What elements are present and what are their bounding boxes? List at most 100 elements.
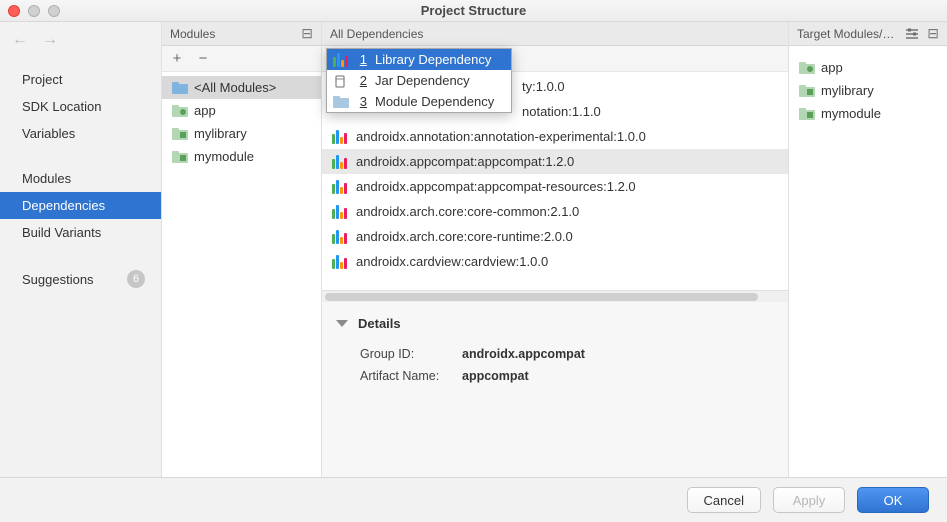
module-all[interactable]: <All Modules>: [162, 76, 321, 99]
artifact-name-value: appcompat: [462, 369, 529, 383]
menu-label: Module Dependency: [375, 94, 494, 109]
modules-toolbar: [162, 46, 321, 72]
menu-label: Library Dependency: [375, 52, 491, 67]
dep-text: androidx.appcompat:appcompat:1.2.0: [356, 154, 574, 169]
filter-icon[interactable]: [905, 27, 919, 41]
module-label: <All Modules>: [194, 80, 276, 95]
target-module-label: app: [821, 60, 843, 75]
suggestions-count-badge: 6: [127, 270, 145, 288]
module-label: mymodule: [194, 149, 254, 164]
folder-icon: [172, 127, 188, 140]
target-modules-column: Target Modules/… ⊟ app mylibrary: [789, 22, 947, 477]
dep-text: ty:1.0.0: [522, 79, 565, 94]
modules-header: Modules ⊟: [162, 22, 321, 46]
module-label: app: [194, 103, 216, 118]
folder-icon: [799, 107, 815, 120]
library-icon: [332, 180, 348, 194]
nav-modules[interactable]: Modules: [0, 165, 161, 192]
nav-suggestions-label: Suggestions: [22, 272, 94, 287]
menu-module-dependency[interactable]: 3 Module Dependency: [327, 91, 511, 112]
add-module-icon[interactable]: [170, 52, 184, 66]
library-icon: [332, 255, 348, 269]
nav-build-variants[interactable]: Build Variants: [0, 219, 161, 246]
module-mylibrary[interactable]: mylibrary: [162, 122, 321, 145]
window-titlebar: Project Structure: [0, 0, 947, 22]
target-modules-header: Target Modules/… ⊟: [789, 22, 947, 46]
menu-jar-dependency[interactable]: 2 Jar Dependency: [327, 70, 511, 91]
nav-variables[interactable]: Variables: [0, 120, 161, 147]
menu-index: 1: [357, 52, 367, 67]
nav-project[interactable]: Project: [0, 66, 161, 93]
menu-index: 2: [357, 73, 367, 88]
details-panel: Details Group ID: androidx.appcompat Art…: [322, 302, 788, 477]
library-icon: [332, 230, 348, 244]
deps-header-label: All Dependencies: [330, 27, 423, 41]
target-modules-header-label: Target Modules/…: [797, 27, 894, 41]
module-app[interactable]: app: [162, 99, 321, 122]
nav-section-1: Project SDK Location Variables: [0, 56, 161, 147]
details-title: Details: [358, 316, 401, 331]
nav-section-3: Suggestions 6: [0, 264, 161, 294]
library-icon: [332, 205, 348, 219]
nav-history: ← →: [0, 22, 161, 56]
target-module-mymodule[interactable]: mymodule: [789, 102, 947, 125]
target-modules-list: app mylibrary mymodule: [789, 46, 947, 477]
window-title: Project Structure: [0, 3, 947, 18]
dep-text: androidx.appcompat:appcompat-resources:1…: [356, 179, 636, 194]
collapse-target-icon[interactable]: ⊟: [927, 25, 939, 42]
folder-icon: [333, 95, 349, 108]
module-mymodule[interactable]: mymodule: [162, 145, 321, 168]
deps-header: All Dependencies: [322, 22, 788, 46]
dependencies-column: All Dependencies 1 Library Dependency: [322, 22, 789, 477]
target-module-label: mymodule: [821, 106, 881, 121]
cancel-button[interactable]: Cancel: [687, 487, 761, 513]
nav-dependencies[interactable]: Dependencies: [0, 192, 161, 219]
dep-text: androidx.cardview:cardview:1.0.0: [356, 254, 548, 269]
folder-icon: [799, 61, 815, 74]
folder-icon: [172, 150, 188, 163]
apply-button[interactable]: Apply: [773, 487, 845, 513]
remove-module-icon[interactable]: [196, 52, 210, 66]
dep-text: notation:1.1.0: [522, 104, 601, 119]
scrollbar-thumb[interactable]: [325, 293, 758, 301]
menu-library-dependency[interactable]: 1 Library Dependency: [327, 49, 511, 70]
deps-scrollbar[interactable]: [322, 290, 788, 302]
target-module-label: mylibrary: [821, 83, 874, 98]
dialog-footer: Cancel Apply OK: [0, 477, 947, 522]
library-icon: [332, 130, 348, 144]
ok-button[interactable]: OK: [857, 487, 929, 513]
forward-arrow-icon[interactable]: →: [42, 32, 58, 48]
jar-icon: [333, 74, 349, 88]
add-dependency-menu: 1 Library Dependency 2 Jar Dependency 3 …: [326, 48, 512, 113]
left-nav: ← → Project SDK Location Variables Modul…: [0, 22, 162, 477]
dep-text: androidx.arch.core:core-runtime:2.0.0: [356, 229, 573, 244]
dep-text: androidx.arch.core:core-common:2.1.0: [356, 204, 579, 219]
modules-header-label: Modules: [170, 27, 215, 41]
collapse-triangle-icon[interactable]: [336, 320, 348, 327]
dep-row[interactable]: androidx.cardview:cardview:1.0.0: [322, 249, 788, 274]
target-module-mylibrary[interactable]: mylibrary: [789, 79, 947, 102]
artifact-name-label: Artifact Name:: [360, 369, 450, 383]
nav-suggestions[interactable]: Suggestions 6: [0, 264, 161, 294]
dep-row[interactable]: androidx.arch.core:core-runtime:2.0.0: [322, 224, 788, 249]
folder-icon: [799, 84, 815, 97]
library-icon: [332, 155, 348, 169]
module-label: mylibrary: [194, 126, 247, 141]
dep-row[interactable]: androidx.appcompat:appcompat:1.2.0: [322, 149, 788, 174]
modules-list: <All Modules> app mylibrary mymodule: [162, 72, 321, 477]
group-id-value: androidx.appcompat: [462, 347, 585, 361]
dep-row[interactable]: androidx.annotation:annotation-experimen…: [322, 124, 788, 149]
folder-icon: [172, 104, 188, 117]
back-arrow-icon[interactable]: ←: [12, 32, 28, 48]
collapse-modules-icon[interactable]: ⊟: [301, 25, 313, 42]
target-module-app[interactable]: app: [789, 56, 947, 79]
menu-index: 3: [357, 94, 367, 109]
dep-text: androidx.annotation:annotation-experimen…: [356, 129, 646, 144]
nav-sdk-location[interactable]: SDK Location: [0, 93, 161, 120]
library-icon: [333, 53, 349, 67]
dep-row[interactable]: androidx.arch.core:core-common:2.1.0: [322, 199, 788, 224]
dep-row[interactable]: androidx.appcompat:appcompat-resources:1…: [322, 174, 788, 199]
nav-section-2: Modules Dependencies Build Variants: [0, 165, 161, 246]
menu-label: Jar Dependency: [375, 73, 470, 88]
modules-column: Modules ⊟ <All Modules> app: [162, 22, 322, 477]
